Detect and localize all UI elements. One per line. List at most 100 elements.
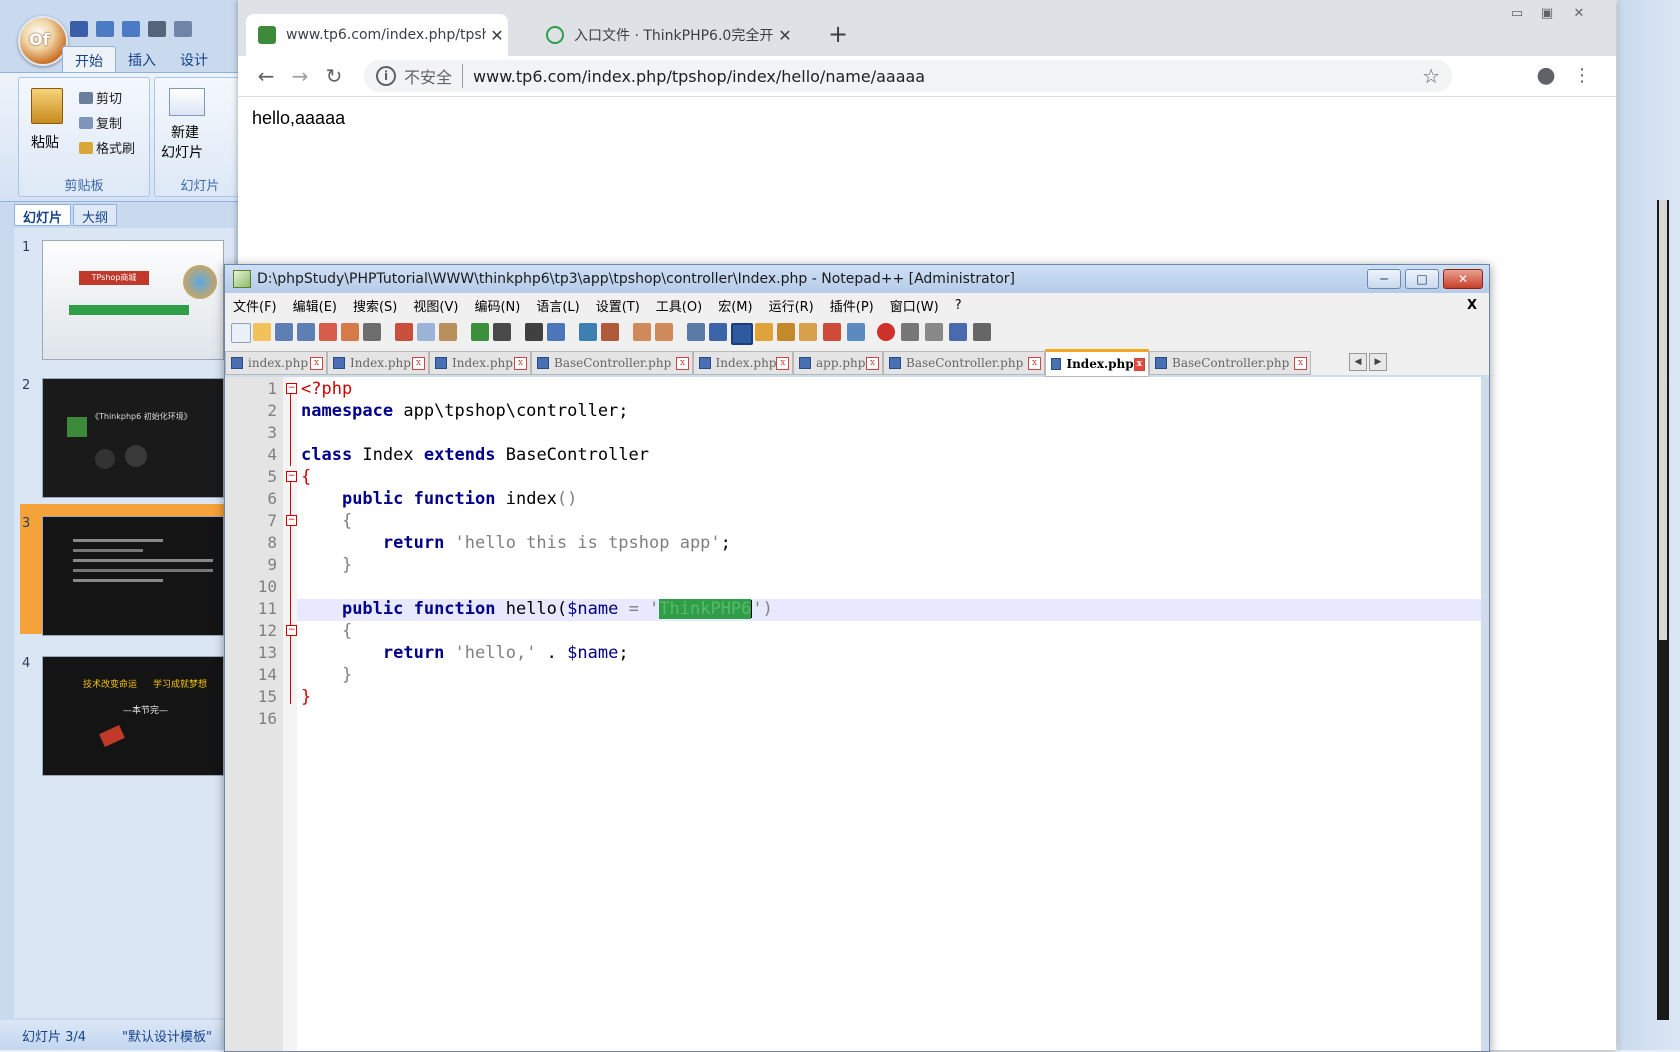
window-close-icon[interactable]: ✕	[1564, 4, 1594, 24]
menu-tools[interactable]: 工具(O)	[648, 296, 710, 315]
document-tab[interactable]: BaseController.php x	[883, 351, 1045, 375]
save-icon[interactable]	[275, 323, 293, 341]
new-slide-sub[interactable]: 幻灯片	[161, 142, 203, 162]
close-all-icon[interactable]	[341, 323, 359, 341]
slide-thumb-2[interactable]: 《Thinkphp6 初始化环境》	[42, 378, 224, 498]
slide-thumb-3[interactable]	[42, 516, 224, 636]
open-folder-icon[interactable]	[253, 323, 271, 341]
zoom-in-icon[interactable]	[579, 323, 597, 341]
stop-macro-icon[interactable]	[901, 323, 919, 341]
sync-horizontal-icon[interactable]	[655, 323, 673, 341]
menu-help[interactable]: ?	[947, 298, 970, 313]
menu-macro[interactable]: 宏(M)	[710, 296, 760, 315]
background-scrollbar-thumb[interactable]	[1659, 200, 1667, 640]
record-macro-icon[interactable]	[877, 323, 895, 341]
reload-icon[interactable]: ↻	[320, 62, 348, 90]
menu-file[interactable]: 文件(F)	[225, 296, 285, 315]
print-icon[interactable]	[363, 323, 381, 341]
save-icon[interactable]	[70, 21, 88, 37]
document-tab[interactable]: Index.php x	[327, 351, 429, 375]
play-macro-icon[interactable]	[925, 323, 943, 341]
paste-icon[interactable]	[439, 323, 457, 341]
new-slide-icon[interactable]	[169, 88, 205, 116]
menu-plugins[interactable]: 插件(P)	[822, 296, 882, 315]
not-secure-label[interactable]: 不安全	[404, 64, 464, 88]
document-tab[interactable]: BaseController.php x	[531, 351, 693, 375]
tab-scroll-left-icon[interactable]: ◀	[1349, 353, 1367, 371]
close-icon[interactable]: ✕	[486, 26, 508, 45]
tab-close-icon[interactable]: x	[310, 356, 323, 370]
close-icon[interactable]: ✕	[774, 26, 796, 45]
notepad-title-bar[interactable]: D:\phpStudy\PHPTutorial\WWW\thinkphp6\tp…	[225, 265, 1489, 293]
fold-minus-icon[interactable]: −	[286, 515, 297, 526]
menu-search[interactable]: 搜索(S)	[345, 296, 405, 315]
new-file-icon[interactable]	[231, 323, 251, 343]
tab-close-icon[interactable]: x	[412, 356, 425, 370]
fold-minus-icon[interactable]: −	[286, 625, 297, 636]
save-macro-icon[interactable]	[973, 323, 991, 341]
selected-text[interactable]: ThinkPHP6	[659, 599, 752, 619]
save-all-icon[interactable]	[297, 323, 315, 341]
document-tab[interactable]: app.php x	[793, 351, 883, 375]
cut-button[interactable]: 剪切	[79, 88, 122, 107]
redo-icon[interactable]	[493, 323, 511, 341]
info-icon[interactable]: i	[376, 66, 396, 86]
tab-scroll-right-icon[interactable]: ▶	[1369, 353, 1387, 371]
url-text[interactable]: www.tp6.com/index.php/tpshop/index/hello…	[473, 67, 925, 86]
language-icon[interactable]	[755, 323, 773, 341]
print-icon[interactable]	[148, 21, 166, 37]
slide-thumb-1[interactable]: TPshop商城	[42, 240, 224, 360]
menu-edit[interactable]: 编辑(E)	[285, 296, 345, 315]
menu-settings[interactable]: 设置(T)	[588, 296, 648, 315]
bookmark-star-icon[interactable]: ☆	[1422, 64, 1440, 88]
tab-close-icon[interactable]: x	[1028, 356, 1041, 370]
format-painter-button[interactable]: 格式刷	[79, 138, 135, 157]
folder-workspace-icon[interactable]	[823, 323, 841, 341]
tab-home[interactable]: 开始	[62, 46, 116, 72]
menu-kebab-icon[interactable]: ⋮	[1568, 62, 1596, 90]
tab-design[interactable]: 设计	[168, 46, 220, 72]
document-tab[interactable]: Index.php x	[693, 351, 793, 375]
copy-button[interactable]: 复制	[79, 113, 122, 132]
doc-map-icon[interactable]	[777, 323, 795, 341]
maximize-icon[interactable]: □	[1405, 269, 1439, 289]
forward-arrow-icon[interactable]: →	[286, 62, 314, 90]
paste-icon[interactable]	[31, 88, 63, 124]
preview-icon[interactable]	[174, 21, 192, 37]
show-all-chars-icon[interactable]	[709, 323, 727, 341]
find-icon[interactable]	[525, 323, 543, 341]
browser-tab-inactive[interactable]: 入口文件 · ThinkPHP6.0完全开发 ✕	[534, 14, 796, 56]
address-bar[interactable]: i 不安全 www.tp6.com/index.php/tpshop/index…	[364, 60, 1452, 92]
close-file-icon[interactable]	[319, 323, 337, 341]
function-list-icon[interactable]	[799, 323, 817, 341]
menu-view[interactable]: 视图(V)	[405, 296, 466, 315]
document-tab[interactable]: BaseController.php x	[1149, 351, 1311, 375]
redo-icon[interactable]	[122, 21, 140, 37]
menu-run[interactable]: 运行(R)	[761, 296, 822, 315]
zoom-out-icon[interactable]	[601, 323, 619, 341]
tab-close-icon[interactable]: x	[776, 356, 789, 370]
minimize-icon[interactable]: ─	[1367, 269, 1401, 289]
slide-thumb-4[interactable]: 技术改变命运 学习成就梦想 —本节完—	[42, 656, 224, 776]
tab-slides[interactable]: 幻灯片	[14, 204, 72, 226]
fold-minus-icon[interactable]: −	[286, 383, 297, 394]
run-macro-multiple-icon[interactable]	[949, 323, 967, 341]
sync-vertical-icon[interactable]	[633, 323, 651, 341]
monitoring-eye-icon[interactable]	[847, 323, 865, 341]
fold-minus-icon[interactable]: −	[286, 471, 297, 482]
tab-close-icon[interactable]: x	[1294, 356, 1307, 370]
new-tab-button[interactable]: +	[822, 18, 854, 50]
profile-icon[interactable]: ●	[1532, 62, 1560, 90]
browser-tab-active[interactable]: www.tp6.com/index.php/tpsh ✕	[246, 14, 508, 56]
document-tab[interactable]: index.php x	[225, 351, 327, 375]
document-tab[interactable]: Index.php x	[429, 351, 531, 375]
copy-icon[interactable]	[417, 323, 435, 341]
word-wrap-icon[interactable]	[687, 323, 705, 341]
tab-close-icon[interactable]: x	[676, 356, 689, 370]
tab-close-icon[interactable]: x	[1133, 357, 1145, 371]
paste-button[interactable]: 粘贴	[31, 132, 59, 152]
code-editor[interactable]: 1 2 3 4 5 6 7 8 9 10 11 12 13 14 15 16 −…	[225, 377, 1481, 1051]
indent-guide-icon[interactable]	[731, 323, 753, 345]
document-tab-active[interactable]: Index.php x	[1045, 349, 1149, 377]
cut-icon[interactable]	[395, 323, 413, 341]
